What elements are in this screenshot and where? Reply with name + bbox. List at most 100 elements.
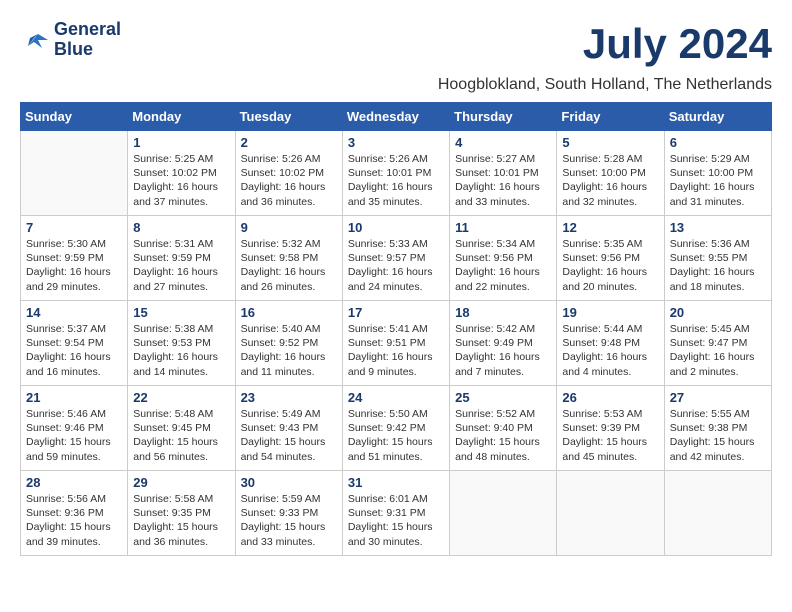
day-info: Sunrise: 5:31 AMSunset: 9:59 PMDaylight:… xyxy=(133,237,229,294)
calendar-cell: 22 Sunrise: 5:48 AMSunset: 9:45 PMDayligh… xyxy=(128,386,235,471)
day-number: 26 xyxy=(562,390,658,405)
day-number: 27 xyxy=(670,390,766,405)
week-row-2: 7 Sunrise: 5:30 AMSunset: 9:59 PMDaylight… xyxy=(21,216,772,301)
calendar-cell: 30 Sunrise: 5:59 AMSunset: 9:33 PMDayligh… xyxy=(235,471,342,556)
day-info: Sunrise: 5:52 AMSunset: 9:40 PMDaylight:… xyxy=(455,407,551,464)
day-number: 31 xyxy=(348,475,444,490)
calendar-cell: 12 Sunrise: 5:35 AMSunset: 9:56 PMDayligh… xyxy=(557,216,664,301)
calendar-cell: 25 Sunrise: 5:52 AMSunset: 9:40 PMDayligh… xyxy=(450,386,557,471)
day-number: 17 xyxy=(348,305,444,320)
day-number: 25 xyxy=(455,390,551,405)
location-subtitle: Hoogblokland, South Holland, The Netherl… xyxy=(20,76,772,94)
day-number: 29 xyxy=(133,475,229,490)
day-number: 28 xyxy=(26,475,122,490)
calendar-cell: 9Sunrise: 5:32 AMSunset: 9:58 PMDaylight… xyxy=(235,216,342,301)
day-info: Sunrise: 5:55 AMSunset: 9:38 PMDaylight:… xyxy=(670,407,766,464)
day-info: Sunrise: 5:26 AMSunset: 10:02 PMDaylight… xyxy=(241,152,337,209)
calendar-cell: 3Sunrise: 5:26 AMSunset: 10:01 PMDayligh… xyxy=(342,131,449,216)
calendar-cell: 7 Sunrise: 5:30 AMSunset: 9:59 PMDaylight… xyxy=(21,216,128,301)
page-header: General Blue July 2024 xyxy=(20,20,772,68)
day-number: 20 xyxy=(670,305,766,320)
calendar-cell: 28 Sunrise: 5:56 AMSunset: 9:36 PMDayligh… xyxy=(21,471,128,556)
day-number: 24 xyxy=(348,390,444,405)
calendar-cell: 8 Sunrise: 5:31 AMSunset: 9:59 PMDaylight… xyxy=(128,216,235,301)
calendar-cell xyxy=(450,471,557,556)
day-number: 19 xyxy=(562,305,658,320)
calendar-cell: 13 Sunrise: 5:36 AMSunset: 9:55 PMDayligh… xyxy=(664,216,771,301)
day-number: 2 xyxy=(241,135,337,150)
day-number: 22 xyxy=(133,390,229,405)
weekday-header-sunday: Sunday xyxy=(21,103,128,131)
day-info: Sunrise: 5:36 AMSunset: 9:55 PMDaylight:… xyxy=(670,237,766,294)
weekday-header-row: SundayMondayTuesdayWednesdayThursdayFrid… xyxy=(21,103,772,131)
day-number: 1 xyxy=(133,135,229,150)
day-info: Sunrise: 5:37 AMSunset: 9:54 PMDaylight:… xyxy=(26,322,122,379)
day-number: 14 xyxy=(26,305,122,320)
day-number: 7 xyxy=(26,220,122,235)
calendar-cell: 6Sunrise: 5:29 AMSunset: 10:00 PMDayligh… xyxy=(664,131,771,216)
calendar-cell: 18Sunrise: 5:42 AMSunset: 9:49 PMDayligh… xyxy=(450,301,557,386)
calendar-cell: 2 Sunrise: 5:26 AMSunset: 10:02 PMDayligh… xyxy=(235,131,342,216)
calendar-cell: 17Sunrise: 5:41 AMSunset: 9:51 PMDayligh… xyxy=(342,301,449,386)
calendar-cell: 27 Sunrise: 5:55 AMSunset: 9:38 PMDayligh… xyxy=(664,386,771,471)
month-year-title: July 2024 xyxy=(583,20,772,68)
calendar-cell xyxy=(557,471,664,556)
day-info: Sunrise: 5:53 AMSunset: 9:39 PMDaylight:… xyxy=(562,407,658,464)
day-info: Sunrise: 5:49 AMSunset: 9:43 PMDaylight:… xyxy=(241,407,337,464)
calendar-cell: 16Sunrise: 5:40 AMSunset: 9:52 PMDayligh… xyxy=(235,301,342,386)
week-row-1: 1 Sunrise: 5:25 AMSunset: 10:02 PMDayligh… xyxy=(21,131,772,216)
day-info: Sunrise: 5:30 AMSunset: 9:59 PMDaylight:… xyxy=(26,237,122,294)
day-info: Sunrise: 5:33 AMSunset: 9:57 PMDaylight:… xyxy=(348,237,444,294)
day-info: Sunrise: 5:34 AMSunset: 9:56 PMDaylight:… xyxy=(455,237,551,294)
day-number: 12 xyxy=(562,220,658,235)
week-row-5: 28 Sunrise: 5:56 AMSunset: 9:36 PMDayligh… xyxy=(21,471,772,556)
day-number: 6 xyxy=(670,135,766,150)
calendar-cell: 20 Sunrise: 5:45 AMSunset: 9:47 PMDayligh… xyxy=(664,301,771,386)
day-info: Sunrise: 5:48 AMSunset: 9:45 PMDaylight:… xyxy=(133,407,229,464)
day-number: 11 xyxy=(455,220,551,235)
weekday-header-thursday: Thursday xyxy=(450,103,557,131)
day-info: Sunrise: 6:01 AMSunset: 9:31 PMDaylight:… xyxy=(348,492,444,549)
day-info: Sunrise: 5:59 AMSunset: 9:33 PMDaylight:… xyxy=(241,492,337,549)
day-number: 23 xyxy=(241,390,337,405)
day-number: 3 xyxy=(348,135,444,150)
week-row-3: 14 Sunrise: 5:37 AMSunset: 9:54 PMDayligh… xyxy=(21,301,772,386)
calendar-cell: 23 Sunrise: 5:49 AMSunset: 9:43 PMDayligh… xyxy=(235,386,342,471)
day-info: Sunrise: 5:44 AMSunset: 9:48 PMDaylight:… xyxy=(562,322,658,379)
calendar-cell: 21Sunrise: 5:46 AMSunset: 9:46 PMDayligh… xyxy=(21,386,128,471)
weekday-header-monday: Monday xyxy=(128,103,235,131)
day-info: Sunrise: 5:42 AMSunset: 9:49 PMDaylight:… xyxy=(455,322,551,379)
calendar-cell: 29 Sunrise: 5:58 AMSunset: 9:35 PMDayligh… xyxy=(128,471,235,556)
day-info: Sunrise: 5:40 AMSunset: 9:52 PMDaylight:… xyxy=(241,322,337,379)
weekday-header-tuesday: Tuesday xyxy=(235,103,342,131)
day-number: 21 xyxy=(26,390,122,405)
weekday-header-friday: Friday xyxy=(557,103,664,131)
logo-text-line1: General xyxy=(54,20,121,40)
calendar-table: SundayMondayTuesdayWednesdayThursdayFrid… xyxy=(20,102,772,556)
day-info: Sunrise: 5:38 AMSunset: 9:53 PMDaylight:… xyxy=(133,322,229,379)
day-info: Sunrise: 5:35 AMSunset: 9:56 PMDaylight:… xyxy=(562,237,658,294)
calendar-cell: 31 Sunrise: 6:01 AMSunset: 9:31 PMDayligh… xyxy=(342,471,449,556)
day-info: Sunrise: 5:56 AMSunset: 9:36 PMDaylight:… xyxy=(26,492,122,549)
day-number: 10 xyxy=(348,220,444,235)
day-number: 9 xyxy=(241,220,337,235)
day-info: Sunrise: 5:45 AMSunset: 9:47 PMDaylight:… xyxy=(670,322,766,379)
day-number: 30 xyxy=(241,475,337,490)
day-info: Sunrise: 5:25 AMSunset: 10:02 PMDaylight… xyxy=(133,152,229,209)
day-info: Sunrise: 5:58 AMSunset: 9:35 PMDaylight:… xyxy=(133,492,229,549)
calendar-cell: 1 Sunrise: 5:25 AMSunset: 10:02 PMDayligh… xyxy=(128,131,235,216)
day-number: 5 xyxy=(562,135,658,150)
calendar-cell: 5 Sunrise: 5:28 AMSunset: 10:00 PMDayligh… xyxy=(557,131,664,216)
day-number: 8 xyxy=(133,220,229,235)
calendar-cell: 15 Sunrise: 5:38 AMSunset: 9:53 PMDayligh… xyxy=(128,301,235,386)
calendar-cell: 26 Sunrise: 5:53 AMSunset: 9:39 PMDayligh… xyxy=(557,386,664,471)
calendar-cell xyxy=(21,131,128,216)
day-number: 15 xyxy=(133,305,229,320)
calendar-cell: 14 Sunrise: 5:37 AMSunset: 9:54 PMDayligh… xyxy=(21,301,128,386)
calendar-cell: 24Sunrise: 5:50 AMSunset: 9:42 PMDayligh… xyxy=(342,386,449,471)
logo-icon xyxy=(20,26,50,54)
day-number: 13 xyxy=(670,220,766,235)
logo-text-line2: Blue xyxy=(54,40,121,60)
day-number: 4 xyxy=(455,135,551,150)
day-info: Sunrise: 5:28 AMSunset: 10:00 PMDaylight… xyxy=(562,152,658,209)
